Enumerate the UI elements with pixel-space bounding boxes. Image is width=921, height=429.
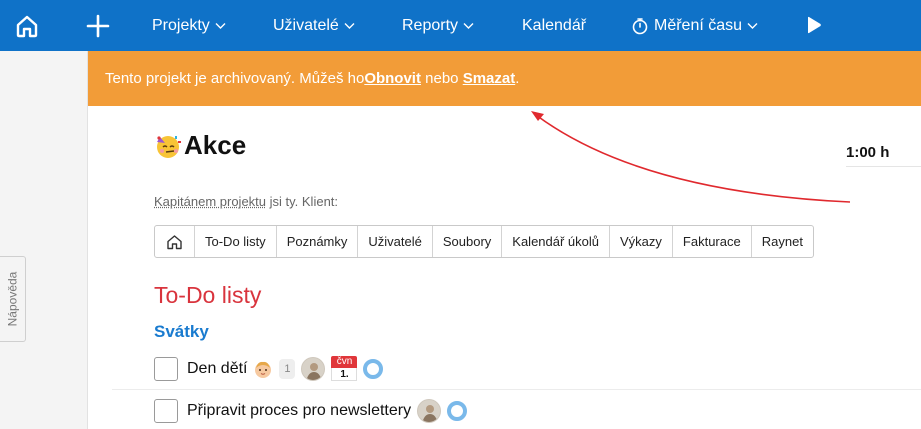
nav-label: Měření času [654, 17, 743, 34]
task-checkbox[interactable] [154, 357, 178, 381]
tab-raynet[interactable]: Raynet [752, 226, 813, 257]
tab-home[interactable] [155, 226, 195, 257]
left-sidebar: Nápověda [0, 51, 88, 429]
chevron-down-icon [747, 23, 758, 29]
home-icon[interactable] [10, 10, 44, 42]
tab-uzivatele[interactable]: Uživatelé [358, 226, 433, 257]
task-title[interactable]: Den dětí [187, 360, 247, 378]
avatar[interactable] [417, 399, 442, 423]
play-timer-icon[interactable] [802, 13, 826, 37]
progress-ring-icon[interactable] [363, 359, 384, 379]
archived-banner: Tento projekt je archivovaný. Můžeš ho O… [88, 51, 921, 106]
tab-todo-listy[interactable]: To-Do listy [195, 226, 277, 257]
divider [846, 166, 921, 167]
page-title: Akce [184, 130, 247, 160]
comment-count-badge[interactable]: 1 [279, 359, 296, 379]
banner-text-middle: nebo [420, 70, 463, 87]
divider [112, 389, 921, 390]
project-meta: Kapitánem projektu jsi ty. Klient: [154, 194, 338, 209]
nav-label: Uživatelé [273, 17, 339, 34]
todo-list-title[interactable]: Svátky [154, 322, 209, 342]
nav-label: Projekty [152, 17, 210, 34]
captain-link[interactable]: Kapitánem projektu [154, 194, 266, 209]
task-checkbox[interactable] [154, 399, 178, 423]
tab-kalendar-ukolu[interactable]: Kalendář úkolů [502, 226, 611, 257]
tab-poznamky[interactable]: Poznámky [277, 226, 359, 257]
nav-label: Reporty [402, 17, 459, 34]
task-row: Den dětí 1 čvn 1. [154, 356, 384, 382]
help-tab[interactable]: Nápověda [0, 256, 26, 342]
tab-soubory[interactable]: Soubory [433, 226, 503, 257]
nav-label: Kalendář [522, 17, 587, 34]
nav-kalendar[interactable]: Kalendář [522, 14, 586, 38]
banner-text-before: Tento projekt je archivovaný. Můžeš ho [105, 70, 365, 87]
nav-uzivatele[interactable]: Uživatelé [273, 14, 355, 38]
restore-link[interactable]: Obnovit [364, 70, 421, 87]
due-date-month: čvn [331, 356, 358, 368]
tab-vykazy[interactable]: Výkazy [610, 226, 673, 257]
due-date-day: 1. [331, 368, 358, 381]
project-header: Akce [154, 130, 246, 161]
delete-link[interactable]: Smazat [463, 70, 516, 87]
section-title: To-Do listy [154, 282, 262, 308]
chevron-down-icon [344, 23, 355, 29]
baby-icon [255, 361, 272, 378]
project-tabs: To-Do listy Poznámky Uživatelé Soubory K… [154, 225, 814, 258]
banner-text-after: . [515, 70, 520, 87]
home-icon [167, 234, 182, 249]
top-navigation: Projekty Uživatelé Reporty Kalendář Měře… [0, 0, 921, 51]
add-icon[interactable] [82, 10, 114, 42]
avatar[interactable] [301, 357, 326, 381]
captain-text: jsi ty. Klient: [266, 194, 339, 209]
time-total: 1:00 h [846, 144, 890, 161]
tab-fakturace[interactable]: Fakturace [673, 226, 752, 257]
task-row: Připravit proces pro newslettery [154, 398, 468, 424]
progress-ring-icon[interactable] [447, 401, 468, 421]
nav-mereni-casu[interactable]: Měření času [631, 14, 758, 38]
party-face-icon [157, 135, 181, 158]
due-date-badge[interactable]: čvn 1. [331, 356, 358, 382]
nav-projekty[interactable]: Projekty [152, 14, 226, 38]
help-label: Nápověda [5, 271, 20, 327]
nav-reporty[interactable]: Reporty [402, 14, 474, 38]
task-title[interactable]: Připravit proces pro newslettery [187, 402, 411, 420]
chevron-down-icon [215, 23, 226, 29]
stopwatch-icon [632, 18, 648, 35]
chevron-down-icon [463, 23, 474, 29]
